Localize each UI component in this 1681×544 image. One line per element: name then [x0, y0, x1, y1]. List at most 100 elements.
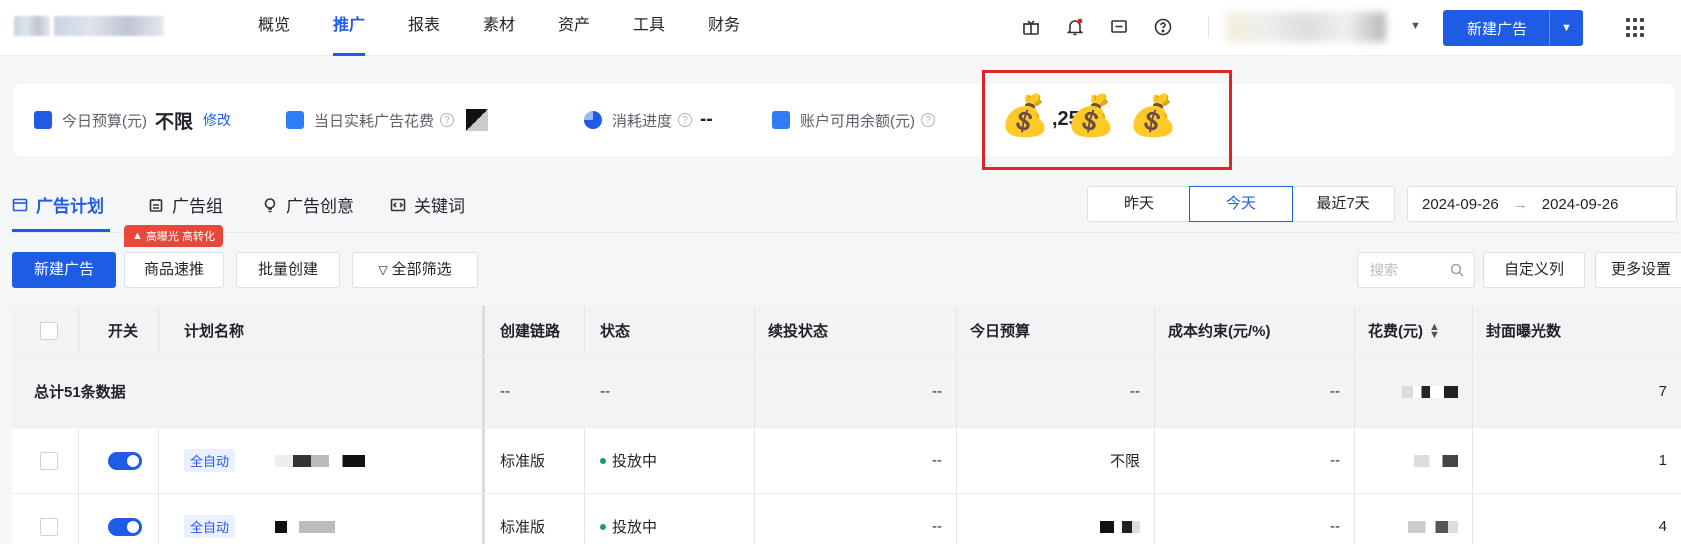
- masked-value: [466, 109, 489, 131]
- col-spend[interactable]: 花费(元) ▲ ▼: [1354, 306, 1454, 355]
- account-switcher[interactable]: [1226, 12, 1386, 42]
- caret-down-icon[interactable]: ▼: [1549, 10, 1583, 46]
- cost-constraint-cell: --: [1330, 452, 1340, 469]
- spend-label: 当日实耗广告花费: [314, 112, 435, 130]
- spend-cell: [1354, 428, 1472, 493]
- auto-tag: 全自动: [184, 515, 236, 538]
- nav-promotion[interactable]: 推广: [333, 0, 408, 56]
- gift-icon[interactable]: [1018, 14, 1044, 40]
- plan-toggle[interactable]: [108, 517, 142, 536]
- nav-finance[interactable]: 财务: [708, 0, 783, 56]
- filter-label: 全部筛选: [391, 261, 452, 278]
- table-header: 开关 计划名称 创建链路 状态 续投状态 今日预算 成本约束(元/%) 花费(元…: [12, 306, 1681, 356]
- tab-label: 广告创意: [286, 197, 354, 216]
- apps-grid-icon[interactable]: [1626, 18, 1646, 38]
- masked-name: [275, 520, 336, 533]
- total-budget: --: [1130, 383, 1140, 400]
- plan-name-cell[interactable]: 全自动: [170, 494, 349, 544]
- date-quick-select: 昨天 今天 最近7天: [1087, 186, 1395, 222]
- custom-columns-button[interactable]: 自定义列: [1483, 252, 1585, 288]
- cost-constraint-cell: --: [1330, 518, 1340, 535]
- total-label: 总计51条数据: [34, 384, 126, 401]
- account-summary: 今日预算(元) 不限 修改 当日实耗广告花费 ? 消耗进度 ? -- 账户可用余…: [14, 84, 1674, 156]
- budget-icon: [34, 111, 52, 129]
- search-icon: [1450, 263, 1464, 277]
- status-dot: [600, 457, 606, 464]
- arrow-right-icon: →: [1512, 195, 1528, 213]
- today-budget-cell[interactable]: 不限: [956, 428, 1154, 493]
- help-icon[interactable]: [1150, 14, 1176, 40]
- row-select-cell: [26, 428, 72, 493]
- date-range-picker[interactable]: 2024-09-26 → 2024-09-26: [1407, 186, 1677, 222]
- tab-ad-creative[interactable]: 广告创意: [262, 192, 354, 217]
- renew-status: --: [932, 452, 942, 469]
- group-icon: [149, 198, 163, 212]
- nav-materials[interactable]: 素材: [483, 0, 558, 56]
- total-link: --: [500, 383, 510, 400]
- select-all-checkbox[interactable]: [40, 321, 58, 340]
- col-today-budget: 今日预算: [970, 323, 1031, 340]
- quick-promote-button[interactable]: 商品速推: [124, 252, 224, 288]
- auto-tag: 全自动: [184, 449, 236, 472]
- row-checkbox[interactable]: [40, 451, 58, 470]
- nav-assets[interactable]: 资产: [558, 0, 633, 56]
- nav-overview[interactable]: 概览: [258, 0, 333, 56]
- sort-icon[interactable]: ▲ ▼: [1429, 321, 1440, 340]
- total-renew: --: [932, 383, 942, 400]
- bulb-icon: [264, 197, 276, 212]
- fire-icon: ▲: [132, 230, 143, 242]
- wallet-icon: [286, 111, 304, 129]
- new-ad-button[interactable]: 新建广告: [1443, 18, 1549, 39]
- all-filter-button[interactable]: ▽ 全部筛选: [352, 252, 478, 288]
- tab-keywords[interactable]: 关键词: [390, 192, 465, 217]
- nav-reports[interactable]: 报表: [408, 0, 483, 56]
- row-checkbox[interactable]: [40, 517, 58, 536]
- wallet-icon: [772, 111, 790, 129]
- col-status: 状态: [600, 323, 631, 340]
- row-select-cell: [26, 494, 72, 544]
- renew-status: --: [932, 518, 942, 535]
- today-budget-cell[interactable]: [956, 494, 1154, 544]
- top-navbar: 概览 推广 报表 素材 资产 工具 财务 ▼ 新建广告 ▼: [0, 0, 1681, 56]
- edit-budget-link[interactable]: 修改: [203, 110, 231, 130]
- chevron-down-icon[interactable]: ▼: [1410, 20, 1421, 32]
- plan-name-cell[interactable]: 全自动: [170, 428, 379, 493]
- batch-create-button[interactable]: 批量创建: [236, 252, 340, 288]
- more-settings-button[interactable]: 更多设置: [1595, 252, 1681, 288]
- tab-ad-plan[interactable]: 广告计划: [12, 192, 104, 217]
- date-today[interactable]: 今天: [1189, 186, 1293, 222]
- filter-icon: ▽: [378, 263, 388, 277]
- col-cost-constraint: 成本约束(元/%): [1168, 323, 1271, 340]
- row-switch-cell: [94, 428, 156, 493]
- plan-toggle[interactable]: [108, 451, 142, 470]
- link-type: 标准版: [500, 453, 546, 470]
- help-icon[interactable]: ?: [678, 113, 693, 127]
- progress-label: 消耗进度: [612, 112, 673, 130]
- search-input[interactable]: 搜索: [1357, 252, 1475, 288]
- help-icon[interactable]: ?: [921, 113, 935, 127]
- today-spend: 当日实耗广告花费 ?: [286, 108, 489, 132]
- date-last7days[interactable]: 最近7天: [1292, 187, 1394, 221]
- promo-badge-text: 高曝光 高转化: [145, 231, 215, 243]
- pie-chart-icon: [584, 111, 602, 129]
- status-dot: [600, 523, 606, 530]
- bell-icon[interactable]: [1062, 14, 1088, 40]
- message-icon[interactable]: [1106, 14, 1132, 40]
- col-cover-impressions: 封面曝光数: [1486, 323, 1562, 340]
- tab-ad-group[interactable]: 广告组: [148, 192, 223, 217]
- date-yesterday[interactable]: 昨天: [1088, 187, 1190, 221]
- table-row: 全自动 标准版 投放中 -- 不限 -- 1: [12, 428, 1681, 494]
- plan-icon: [12, 198, 28, 211]
- nav-tools[interactable]: 工具: [633, 0, 708, 56]
- spend-cell: [1354, 494, 1472, 544]
- help-icon[interactable]: ?: [440, 113, 455, 127]
- date-start: 2024-09-26: [1422, 195, 1499, 213]
- ad-plan-table: 开关 计划名称 创建链路 状态 续投状态 今日预算 成本约束(元/%) 花费(元…: [12, 306, 1681, 544]
- new-ad-split-button[interactable]: 新建广告 ▼: [1443, 10, 1583, 46]
- code-icon: [390, 198, 406, 211]
- total-spend: [1354, 356, 1472, 427]
- new-ad-button[interactable]: 新建广告: [12, 252, 116, 288]
- link-type: 标准版: [500, 519, 546, 536]
- col-renew-status: 续投状态: [768, 323, 829, 340]
- progress-value: --: [700, 109, 713, 130]
